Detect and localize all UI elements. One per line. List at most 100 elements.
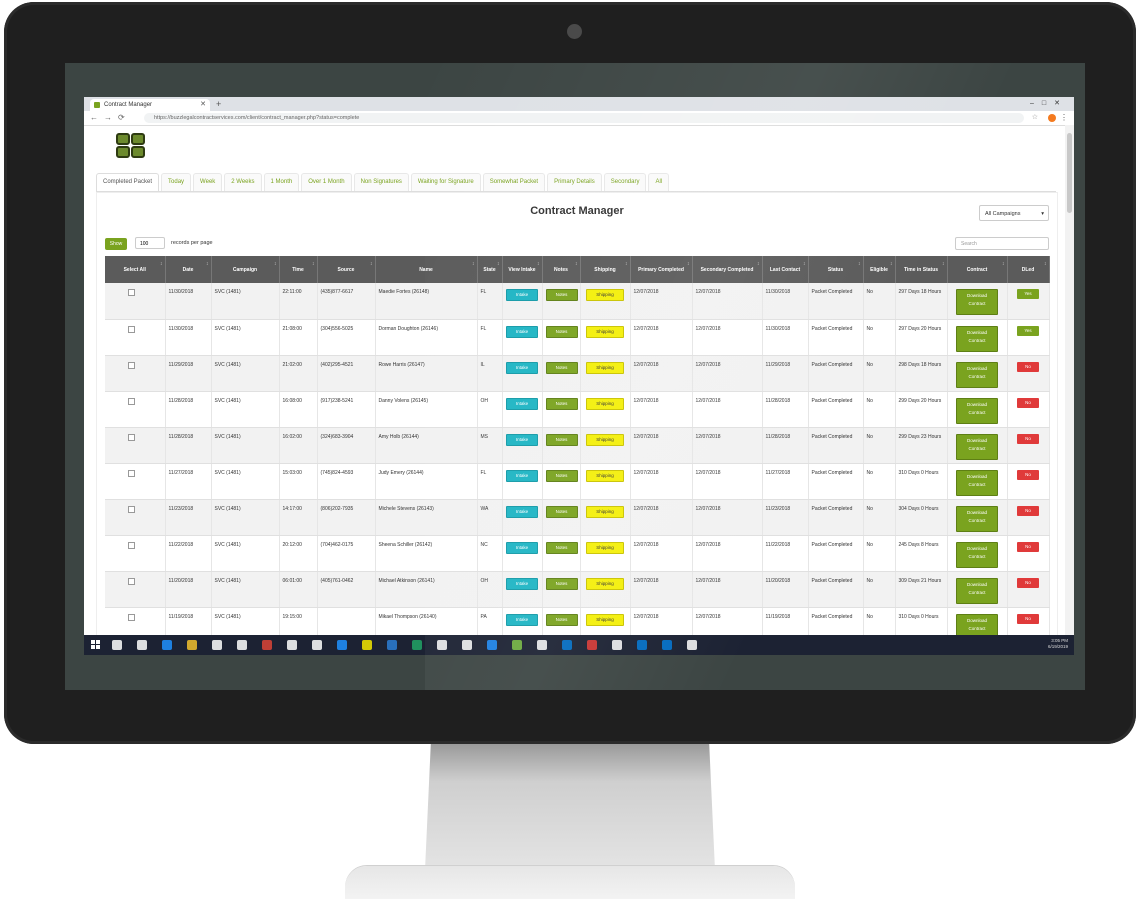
- notes-button[interactable]: Notes: [545, 613, 578, 626]
- column-header[interactable]: Primary Completed ↕: [630, 256, 693, 283]
- dled-no-button[interactable]: No: [1017, 469, 1039, 480]
- browser-menu-icon[interactable]: ⋮: [1060, 111, 1068, 125]
- column-header[interactable]: Date ↕: [165, 256, 212, 283]
- notes-button[interactable]: Notes: [545, 469, 578, 482]
- dled-no-button[interactable]: No: [1017, 541, 1039, 552]
- notes-button[interactable]: Notes: [545, 325, 578, 338]
- column-header[interactable]: Name ↕: [375, 256, 478, 283]
- download-contract-button[interactable]: Download Contract: [956, 397, 998, 424]
- tab-1-month[interactable]: 1 Month: [263, 173, 300, 191]
- row-checkbox[interactable]: [128, 397, 135, 405]
- column-header[interactable]: Contract ↕: [947, 256, 1008, 283]
- intake-button[interactable]: Intake: [506, 577, 538, 590]
- tab-today[interactable]: Today: [161, 173, 192, 191]
- download-contract-button[interactable]: Download Contract: [956, 469, 998, 496]
- column-header[interactable]: Secondary Completed ↕: [692, 256, 763, 283]
- shipping-button[interactable]: Shipping: [586, 325, 624, 338]
- search-input[interactable]: Search: [955, 237, 1049, 250]
- taskbar-app-icon[interactable]: [212, 640, 222, 650]
- bookmark-star-icon[interactable]: ☆: [1032, 111, 1038, 125]
- column-header[interactable]: Select All ↕: [105, 256, 166, 283]
- download-contract-button[interactable]: Download Contract: [956, 505, 998, 532]
- row-checkbox[interactable]: [128, 505, 135, 513]
- taskbar-app-icon[interactable]: [587, 640, 597, 650]
- taskbar-app-icon[interactable]: [362, 640, 372, 650]
- row-checkbox[interactable]: [128, 469, 135, 477]
- row-checkbox[interactable]: [128, 541, 135, 549]
- nav-buttons[interactable]: ←→⟳: [90, 111, 131, 125]
- taskbar-app-icon[interactable]: [112, 640, 122, 650]
- row-checkbox[interactable]: [128, 577, 135, 585]
- intake-button[interactable]: Intake: [506, 397, 538, 410]
- intake-button[interactable]: Intake: [506, 361, 538, 374]
- shipping-button[interactable]: Shipping: [586, 613, 624, 626]
- tab-primary-details[interactable]: Primary Details: [547, 173, 602, 191]
- notes-button[interactable]: Notes: [545, 361, 578, 374]
- row-checkbox[interactable]: [128, 361, 135, 369]
- taskbar-app-icon[interactable]: [387, 640, 397, 650]
- taskbar-app-icon[interactable]: [337, 640, 347, 650]
- page-scrollbar[interactable]: [1065, 125, 1074, 655]
- column-header[interactable]: Eligible ↕: [863, 256, 896, 283]
- dled-no-button[interactable]: No: [1017, 433, 1039, 444]
- notes-button[interactable]: Notes: [545, 397, 578, 410]
- taskbar-app-icon[interactable]: [437, 640, 447, 650]
- shipping-button[interactable]: Shipping: [586, 361, 624, 374]
- notes-button[interactable]: Notes: [545, 505, 578, 518]
- notes-button[interactable]: Notes: [545, 577, 578, 590]
- tab-all[interactable]: All: [648, 173, 670, 191]
- download-contract-button[interactable]: Download Contract: [956, 433, 998, 460]
- column-header[interactable]: View Intake ↕: [502, 256, 543, 283]
- tab-waiting-for-signature[interactable]: Waiting for Signature: [410, 173, 481, 191]
- column-header[interactable]: Time ↕: [279, 256, 318, 283]
- shipping-button[interactable]: Shipping: [586, 541, 624, 554]
- download-contract-button[interactable]: Download Contract: [956, 325, 998, 352]
- row-checkbox[interactable]: [128, 433, 135, 441]
- dled-no-button[interactable]: No: [1017, 505, 1039, 516]
- taskbar-app-icon[interactable]: [412, 640, 422, 650]
- row-checkbox[interactable]: [128, 325, 135, 333]
- column-header[interactable]: State ↕: [477, 256, 503, 283]
- tab-week[interactable]: Week: [193, 173, 223, 191]
- per-page-select[interactable]: 100: [135, 237, 165, 249]
- dled-no-button[interactable]: No: [1017, 577, 1039, 588]
- tab-2-weeks[interactable]: 2 Weeks: [224, 173, 262, 191]
- tab-secondary[interactable]: Secondary: [603, 173, 647, 191]
- notes-button[interactable]: Notes: [545, 433, 578, 446]
- notes-button[interactable]: Notes: [545, 289, 578, 301]
- taskbar-app-icon[interactable]: [287, 640, 297, 650]
- dled-no-button[interactable]: No: [1017, 397, 1039, 408]
- browser-tab[interactable]: Contract Manager ✕: [90, 99, 210, 111]
- column-header[interactable]: Shipping ↕: [580, 256, 631, 283]
- column-header[interactable]: Source ↕: [317, 256, 376, 283]
- shipping-button[interactable]: Shipping: [586, 577, 624, 590]
- new-tab-icon[interactable]: +: [216, 97, 221, 111]
- row-checkbox[interactable]: [128, 613, 135, 621]
- profile-avatar[interactable]: [1048, 114, 1056, 122]
- shipping-button[interactable]: Shipping: [586, 433, 624, 446]
- taskbar-app-icon[interactable]: [612, 640, 622, 650]
- tab-somewhat-packet[interactable]: Somewhat Packet: [482, 173, 546, 191]
- column-header[interactable]: Campaign ↕: [211, 256, 280, 283]
- tab-over-1-month[interactable]: Over 1 Month: [301, 173, 352, 191]
- shipping-button[interactable]: Shipping: [586, 289, 624, 301]
- dled-yes-button[interactable]: Yes: [1017, 325, 1039, 336]
- column-header[interactable]: Notes ↕: [542, 256, 581, 283]
- shipping-button[interactable]: Shipping: [586, 505, 624, 518]
- taskbar-app-icon[interactable]: [637, 640, 647, 650]
- taskbar-app-icon[interactable]: [462, 640, 472, 650]
- tab-completed-packet[interactable]: Completed Packet: [96, 173, 160, 191]
- window-controls[interactable]: –□✕: [1030, 97, 1068, 111]
- taskbar-app-icon[interactable]: [162, 640, 172, 650]
- taskbar-clock[interactable]: 3:05 PM 6/19/2019: [1048, 638, 1068, 650]
- shipping-button[interactable]: Shipping: [586, 397, 624, 410]
- taskbar-app-icon[interactable]: [662, 640, 672, 650]
- intake-button[interactable]: Intake: [506, 505, 538, 518]
- intake-button[interactable]: Intake: [506, 613, 538, 626]
- column-header[interactable]: Time in Status ↕: [895, 256, 948, 283]
- shipping-button[interactable]: Shipping: [586, 469, 624, 482]
- taskbar-app-icon[interactable]: [512, 640, 522, 650]
- taskbar-app-icon[interactable]: [137, 640, 147, 650]
- taskbar-app-icon[interactable]: [237, 640, 247, 650]
- download-contract-button[interactable]: Download Contract: [956, 541, 998, 568]
